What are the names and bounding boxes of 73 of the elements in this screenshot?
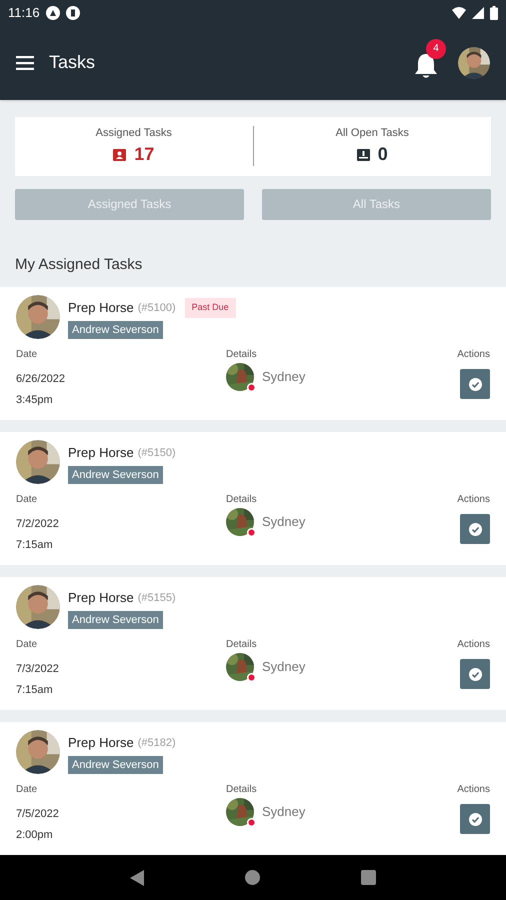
wifi-icon (452, 6, 466, 18)
status-dot-icon (247, 528, 256, 537)
past-due-badge: Past Due (184, 298, 236, 318)
summary-label: Assigned Tasks (96, 126, 172, 140)
actions-label: Actions (457, 783, 490, 797)
status-dot-icon (247, 818, 256, 827)
assignee-tag: Andrew Severson (68, 466, 163, 484)
task-number: (#5100) (138, 300, 176, 316)
task-date: 7/3/2022 (16, 662, 60, 677)
details-label: Details (226, 783, 258, 797)
check-circle-icon (468, 522, 482, 536)
date-label: Date (16, 493, 38, 507)
task-title: Prep Horse (68, 734, 134, 752)
horse-name: Sydney (262, 513, 306, 532)
back-icon[interactable] (130, 870, 144, 886)
complete-button[interactable] (460, 369, 490, 399)
date-label: Date (16, 348, 38, 362)
task-number: (#5182) (138, 736, 176, 750)
actions-label: Actions (457, 638, 490, 652)
task-date: 7/5/2022 (16, 807, 60, 822)
task-card[interactable]: Prep Horse (#5155) Andrew Severson Date 7/3/2022 7:15am Details Sydney Actions (0, 577, 506, 710)
horse-name: Sydney (262, 368, 306, 386)
home-icon[interactable] (244, 870, 260, 885)
summary-count: 17 (134, 143, 154, 166)
signal-icon (472, 6, 484, 18)
task-date: 6/26/2022 (16, 372, 66, 387)
status-dot-icon (247, 673, 256, 682)
app-title: Tasks (49, 51, 96, 74)
task-number: (#5150) (138, 446, 176, 460)
horse-name: Sydney (262, 803, 306, 822)
summary-count: 0 (378, 143, 388, 166)
status-dot-icon (247, 383, 256, 392)
details-label: Details (226, 638, 258, 652)
check-circle-icon (468, 668, 482, 680)
inbox-icon (356, 148, 370, 160)
complete-button[interactable] (460, 514, 490, 544)
assignee-tag: Andrew Severson (68, 756, 163, 774)
bell-icon[interactable] (414, 52, 438, 78)
menu-icon[interactable] (16, 56, 34, 70)
assignee-tag: Andrew Severson (68, 610, 163, 629)
details-label: Details (226, 348, 258, 362)
section-title: My Assigned Tasks (15, 254, 144, 274)
check-circle-icon (468, 812, 482, 826)
notification-icon (46, 6, 60, 20)
task-title: Prep Horse (68, 444, 134, 462)
task-number: (#5155) (138, 590, 176, 606)
contact-card-icon (113, 148, 126, 160)
horse-name: Sydney (262, 658, 306, 676)
actions-label: Actions (457, 493, 490, 507)
notification-count: 4 (426, 38, 446, 58)
battery-icon (490, 6, 498, 20)
check-circle-icon (468, 378, 482, 390)
task-time: 2:00pm (16, 828, 54, 842)
summary-label: All Open Tasks (336, 126, 409, 140)
details-label: Details (226, 493, 258, 507)
task-title: Prep Horse (68, 299, 134, 317)
task-time: 3:45pm (16, 392, 54, 408)
task-card[interactable]: Prep Horse (#5182) Andrew Severson Date 7/5/2022 2:00pm Details Sydney Actions (0, 722, 506, 855)
date-label: Date (16, 638, 38, 652)
recents-icon[interactable] (360, 870, 376, 885)
task-date: 7/2/2022 (16, 517, 60, 532)
notification-icon (66, 6, 80, 20)
task-title: Prep Horse (68, 589, 134, 607)
task-card[interactable]: Prep Horse (#5100) Past Due Andrew Severson Date 6/26/2022 3:45pm Details Sydney Actions (0, 287, 506, 420)
complete-button[interactable] (460, 804, 490, 834)
complete-button[interactable] (460, 659, 490, 689)
assignee-tag: Andrew Severson (68, 320, 163, 339)
task-time: 7:15am (16, 682, 54, 698)
status-time: 11:16 (8, 4, 40, 22)
task-time: 7:15am (16, 538, 54, 552)
date-label: Date (16, 783, 38, 797)
actions-label: Actions (457, 348, 490, 362)
task-card[interactable]: Prep Horse (#5150) Andrew Severson Date 7/2/2022 7:15am Details Sydney Actions (0, 432, 506, 565)
